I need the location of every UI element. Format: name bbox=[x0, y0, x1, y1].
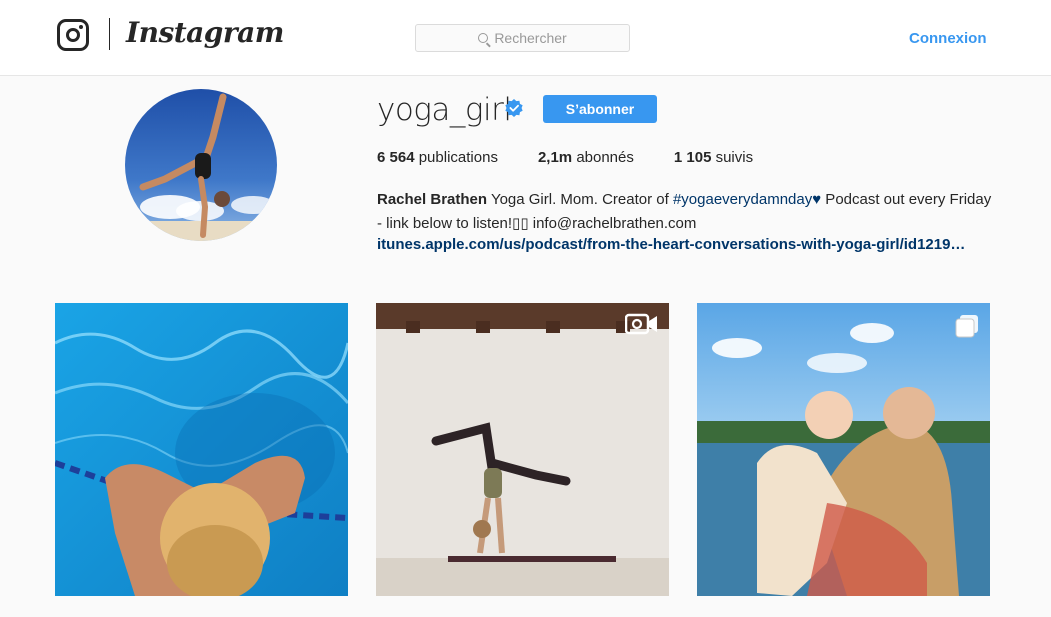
profile-avatar[interactable] bbox=[125, 89, 277, 241]
post-thumbnail-pool[interactable] bbox=[55, 303, 348, 596]
search-icon bbox=[478, 33, 489, 43]
followers-label: abonnés bbox=[576, 149, 634, 166]
search-placeholder: Rechercher bbox=[494, 30, 567, 46]
profile-stats: 6 564 publications 2,1m abonnés 1 105 su… bbox=[377, 149, 793, 166]
bio-text-before: Yoga Girl. Mom. Creator of bbox=[487, 191, 673, 208]
post-thumbnail-mother-child[interactable] bbox=[697, 303, 990, 596]
pool-photo bbox=[55, 303, 348, 596]
profile-website-link[interactable]: itunes.apple.com/us/podcast/from-the-hea… bbox=[377, 236, 997, 253]
follow-button[interactable]: S’abonner bbox=[543, 95, 657, 123]
top-navigation-bar: Instagram Rechercher Connexion bbox=[0, 0, 1051, 76]
video-icon bbox=[625, 313, 657, 335]
verified-badge-icon bbox=[505, 99, 523, 117]
posts-label: publications bbox=[418, 149, 498, 166]
following-stat[interactable]: 1 105 suivis bbox=[674, 149, 753, 166]
bio-hashtag-link[interactable]: #yogaeverydamnday bbox=[673, 191, 812, 208]
following-count: 1 105 bbox=[673, 149, 712, 166]
logo-divider bbox=[109, 18, 110, 50]
instagram-wordmark[interactable]: Instagram bbox=[126, 16, 284, 49]
profile-bio: Rachel Brathen Yoga Girl. Mom. Creator o… bbox=[377, 188, 997, 236]
posts-stat: 6 564 publications bbox=[377, 149, 498, 166]
search-input[interactable]: Rechercher bbox=[415, 24, 630, 52]
followers-stat[interactable]: 2,1m abonnés bbox=[538, 149, 634, 166]
profile-full-name: Rachel Brathen bbox=[377, 191, 488, 208]
posts-count: 6 564 bbox=[377, 149, 415, 166]
carousel-icon bbox=[955, 315, 978, 338]
followers-count: 2,1m bbox=[537, 149, 573, 166]
instagram-glyph-icon[interactable] bbox=[57, 19, 89, 51]
profile-username: yoga_girl bbox=[377, 92, 512, 128]
handstand-photo bbox=[376, 303, 669, 596]
following-label: suivis bbox=[715, 149, 754, 166]
mother-child-photo bbox=[697, 303, 990, 596]
heart-icon: ♥ bbox=[812, 191, 822, 208]
login-link[interactable]: Connexion bbox=[909, 30, 987, 47]
post-thumbnail-handstand[interactable] bbox=[376, 303, 669, 596]
